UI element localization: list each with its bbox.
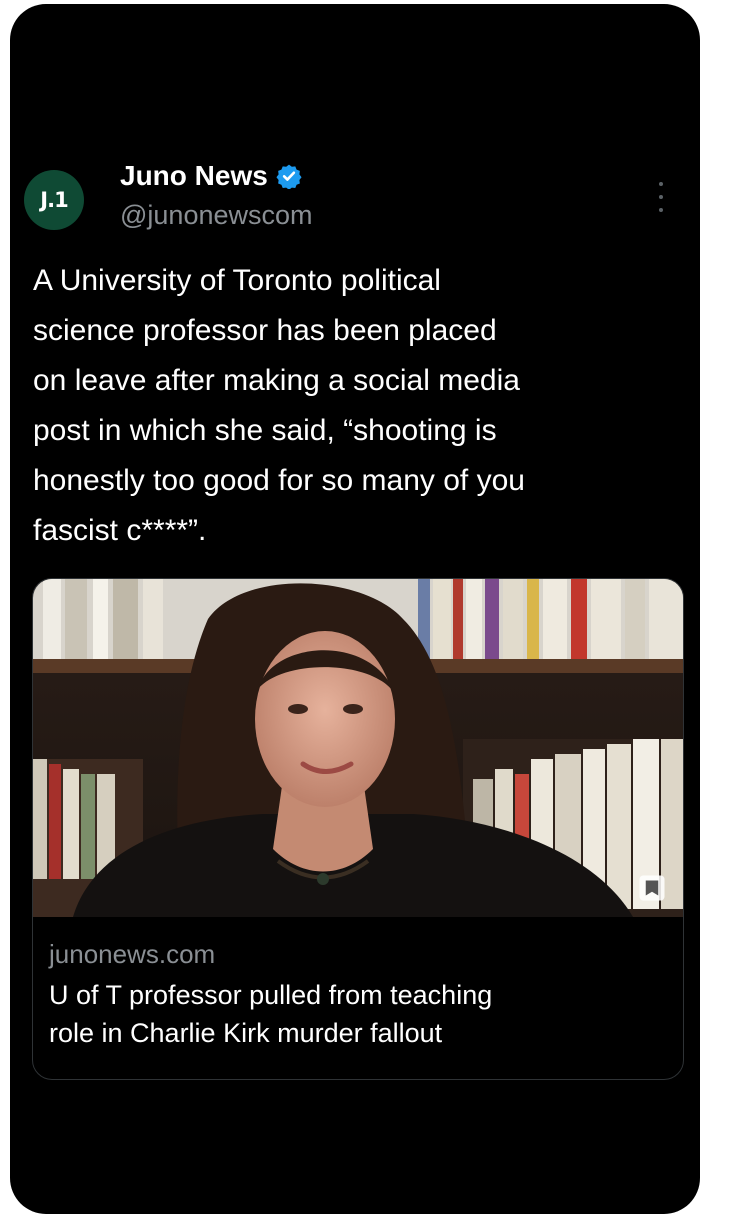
page-edge	[716, 0, 731, 1200]
verified-badge-icon	[276, 164, 302, 189]
bookmark-icon[interactable]	[637, 873, 667, 903]
author-display-name[interactable]: Juno News	[120, 160, 268, 192]
link-card-meta: junonews.com U of T professor pulled fro…	[33, 917, 683, 1052]
link-card-image[interactable]	[33, 579, 683, 917]
author-handle[interactable]: @junonewscom	[120, 200, 313, 231]
author-name-row[interactable]: Juno News	[120, 160, 302, 192]
link-card[interactable]: junonews.com U of T professor pulled fro…	[32, 578, 684, 1080]
link-card-domain: junonews.com	[49, 939, 216, 969]
link-card-title: U of T professor pulled from teaching ro…	[49, 980, 493, 1048]
post-text: A University of Toronto political scienc…	[33, 264, 525, 547]
author-avatar[interactable]: J.1	[24, 170, 84, 230]
professor-photo	[33, 579, 683, 917]
more-options-icon[interactable]	[656, 182, 666, 212]
post-header: J.1 Juno News @junonewscom	[24, 160, 674, 240]
